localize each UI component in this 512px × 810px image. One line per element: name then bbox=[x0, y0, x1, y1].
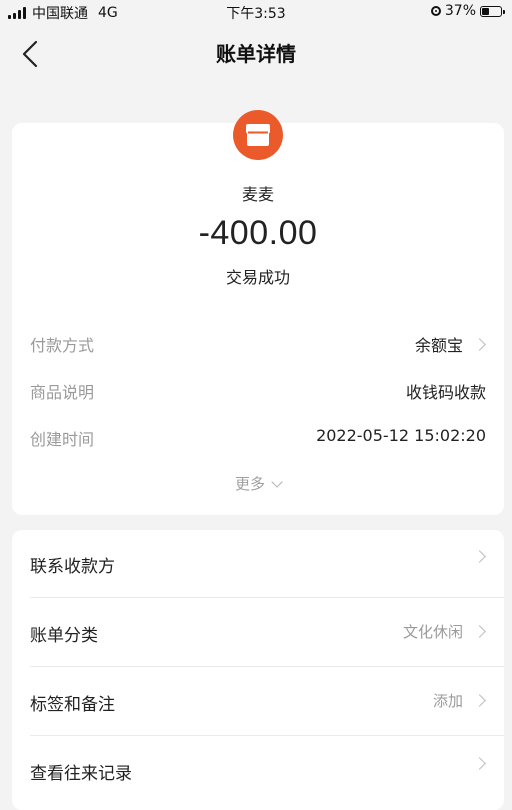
divider bbox=[30, 666, 504, 667]
contact-payee-label: 联系收款方 bbox=[30, 557, 115, 577]
transaction-status: 交易成功 bbox=[225, 268, 290, 287]
bill-category-value: 文化休闲 bbox=[402, 623, 463, 641]
created-time-label: 创建时间 bbox=[30, 430, 95, 449]
battery-percent: 37% bbox=[444, 3, 476, 19]
tags-notes-right: 添加 bbox=[433, 690, 486, 711]
payment-method-value: 余额宝 bbox=[414, 336, 463, 355]
page-title: 账单详情 bbox=[216, 42, 296, 66]
payment-method-row[interactable]: 付款方式 余额宝 bbox=[30, 328, 486, 356]
history-label: 查看往来记录 bbox=[30, 764, 132, 784]
created-time-row: 创建时间 2022-05-12 15:02:20 bbox=[30, 422, 486, 450]
rotation-lock-icon bbox=[430, 6, 441, 16]
tags-notes-row[interactable]: 标签和备注 添加 bbox=[30, 668, 504, 736]
bill-category-label: 账单分类 bbox=[30, 626, 98, 646]
divider bbox=[30, 597, 504, 598]
transaction-card: 麦麦 -400.00 交易成功 付款方式 余额宝 商品说明 收钱码收款 创建时间… bbox=[12, 110, 504, 515]
history-right bbox=[463, 757, 486, 770]
tags-notes-value: 添加 bbox=[432, 692, 463, 710]
chevron-right-icon bbox=[473, 550, 486, 563]
chevron-right-icon bbox=[473, 757, 486, 770]
divider bbox=[30, 735, 504, 736]
merchant-name: 麦麦 bbox=[241, 185, 274, 204]
contact-payee-row[interactable]: 联系收款方 bbox=[30, 530, 504, 598]
status-right: 37% bbox=[430, 3, 505, 19]
contact-payee-right bbox=[463, 550, 486, 563]
description-row: 商品说明 收钱码收款 bbox=[30, 375, 486, 403]
bill-category-right: 文化休闲 bbox=[403, 621, 486, 642]
created-time-value: 2022-05-12 15:02:20 bbox=[316, 426, 486, 445]
more-label: 更多 bbox=[234, 475, 265, 493]
tags-notes-label: 标签和备注 bbox=[30, 695, 115, 715]
history-row[interactable]: 查看往来记录 bbox=[30, 737, 486, 805]
more-button[interactable]: 更多 bbox=[12, 473, 504, 494]
description-value: 收钱码收款 bbox=[405, 383, 486, 402]
menu-card: 联系收款方 账单分类 文化休闲 标签和备注 添加 查看往来记录 bbox=[12, 530, 504, 810]
battery-icon bbox=[480, 5, 505, 17]
bill-category-row[interactable]: 账单分类 文化休闲 bbox=[30, 599, 504, 667]
status-bar: 中国联通 4G 下午3:53 37% bbox=[0, 0, 512, 24]
chevron-right-icon bbox=[473, 625, 486, 638]
chevron-right-icon bbox=[473, 337, 486, 351]
nav-bar: 账单详情 bbox=[0, 24, 512, 84]
chevron-right-icon bbox=[473, 694, 486, 707]
store-icon bbox=[233, 110, 283, 160]
payment-method-label: 付款方式 bbox=[30, 336, 95, 355]
payment-method-value-wrap: 余额宝 bbox=[415, 332, 486, 356]
description-label: 商品说明 bbox=[30, 383, 95, 402]
chevron-down-icon bbox=[271, 476, 283, 488]
transaction-amount: -400.00 bbox=[198, 214, 318, 252]
